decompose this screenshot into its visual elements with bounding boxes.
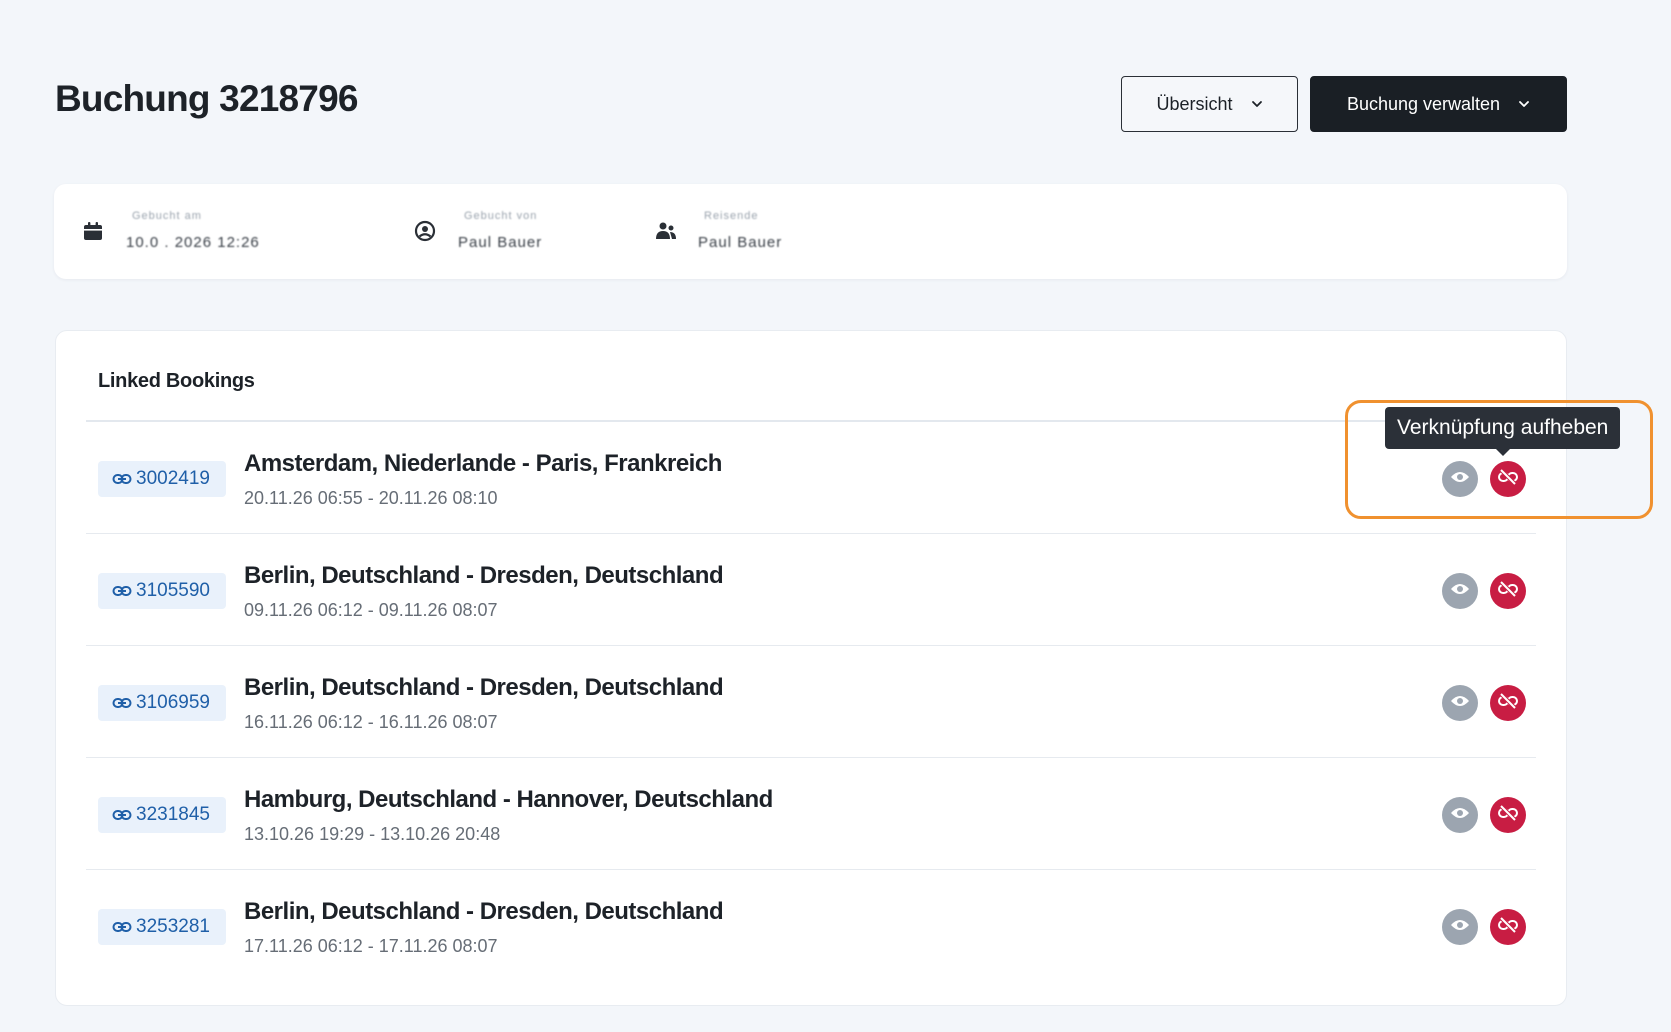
unlink-icon <box>1497 914 1519 941</box>
booking-id: 3002419 <box>136 468 210 489</box>
unlink-booking-button[interactable] <box>1490 685 1526 721</box>
manage-booking-dropdown-button[interactable]: Buchung verwalten <box>1310 76 1567 132</box>
info-value: 10.0 . 2026 12:26 <box>126 234 260 251</box>
info-label: Gebucht am <box>132 210 202 222</box>
booking-route: Berlin, Deutschland - Dresden, Deutschla… <box>244 898 724 925</box>
link-icon <box>112 917 132 937</box>
link-icon <box>112 469 132 489</box>
booking-times: 13.10.26 19:29 - 13.10.26 20:48 <box>244 824 501 844</box>
link-icon <box>112 693 132 713</box>
booking-id-link[interactable]: 3231845 <box>98 797 226 833</box>
eye-icon <box>1450 582 1470 601</box>
booking-times: 17.11.26 06:12 - 17.11.26 08:07 <box>244 936 498 956</box>
view-booking-button[interactable] <box>1442 573 1478 609</box>
info-value: Paul Bauer <box>698 234 783 251</box>
booking-route: Berlin, Deutschland - Dresden, Deutschla… <box>244 674 724 701</box>
booking-times: 16.11.26 06:12 - 16.11.26 08:07 <box>244 712 498 732</box>
booking-id-link[interactable]: 3106959 <box>98 685 226 721</box>
view-booking-button[interactable] <box>1442 909 1478 945</box>
unlink-icon <box>1497 578 1519 605</box>
booking-id-link[interactable]: 3105590 <box>98 573 226 609</box>
booking-id-link[interactable]: 3002419 <box>98 461 226 497</box>
manage-button-label: Buchung verwalten <box>1346 93 1501 114</box>
link-icon <box>112 805 132 825</box>
info-label: Reisende <box>704 210 759 222</box>
eye-icon <box>1450 694 1470 713</box>
linked-booking-row: 3106959 Berlin, Deutschland - Dresden, D… <box>86 646 1536 758</box>
eye-icon <box>1450 918 1470 937</box>
booking-id: 3253281 <box>136 916 210 937</box>
unlink-tooltip: Verknüpfung aufheben <box>1385 407 1621 456</box>
booking-id-link[interactable]: 3253281 <box>98 909 226 945</box>
booking-id: 3231845 <box>136 804 210 825</box>
chevron-down-icon <box>1518 98 1530 110</box>
overview-dropdown-button[interactable]: Übersicht <box>1121 76 1298 132</box>
booking-times: 09.11.26 06:12 - 09.11.26 08:07 <box>244 600 498 620</box>
unlink-icon <box>1497 690 1519 717</box>
unlink-booking-button[interactable] <box>1490 909 1526 945</box>
linked-booking-row: 3253281 Berlin, Deutschland - Dresden, D… <box>86 870 1536 982</box>
booking-route: Hamburg, Deutschland - Hannover, Deutsch… <box>244 786 773 813</box>
view-booking-button[interactable] <box>1442 461 1478 497</box>
view-booking-button[interactable] <box>1442 797 1478 833</box>
unlink-icon <box>1497 466 1519 493</box>
user-circle-icon <box>414 220 438 244</box>
eye-icon <box>1450 806 1470 825</box>
info-value: Paul Bauer <box>458 234 543 251</box>
booking-id: 3106959 <box>136 692 210 713</box>
linked-booking-row: 3231845 Hamburg, Deutschland - Hannover,… <box>86 758 1536 870</box>
linked-booking-row: 3105590 Berlin, Deutschland - Dresden, D… <box>86 534 1536 646</box>
traveller-icon <box>654 220 678 244</box>
unlink-booking-button[interactable] <box>1490 573 1526 609</box>
booking-times: 20.11.26 06:55 - 20.11.26 08:10 <box>244 488 498 508</box>
linked-bookings-title: Linked Bookings <box>98 370 255 392</box>
chevron-down-icon <box>1251 98 1263 110</box>
page-title: Buchung 3218796 <box>55 78 358 119</box>
linked-booking-row: 3002419 Amsterdam, Niederlande - Paris, … <box>86 422 1536 534</box>
unlink-booking-button[interactable] <box>1490 797 1526 833</box>
booking-id: 3105590 <box>136 580 210 601</box>
unlink-booking-button[interactable] <box>1490 461 1526 497</box>
overview-button-label: Übersicht <box>1156 93 1233 114</box>
booking-route: Amsterdam, Niederlande - Paris, Frankrei… <box>244 450 722 477</box>
eye-icon <box>1450 470 1470 489</box>
booking-info-card: Gebucht am 10.0 . 2026 12:26 Gebucht von… <box>54 184 1567 279</box>
booking-route: Berlin, Deutschland - Dresden, Deutschla… <box>244 562 724 589</box>
calendar-icon <box>82 220 106 244</box>
view-booking-button[interactable] <box>1442 685 1478 721</box>
unlink-icon <box>1497 802 1519 829</box>
link-icon <box>112 581 132 601</box>
info-label: Gebucht von <box>464 210 538 222</box>
